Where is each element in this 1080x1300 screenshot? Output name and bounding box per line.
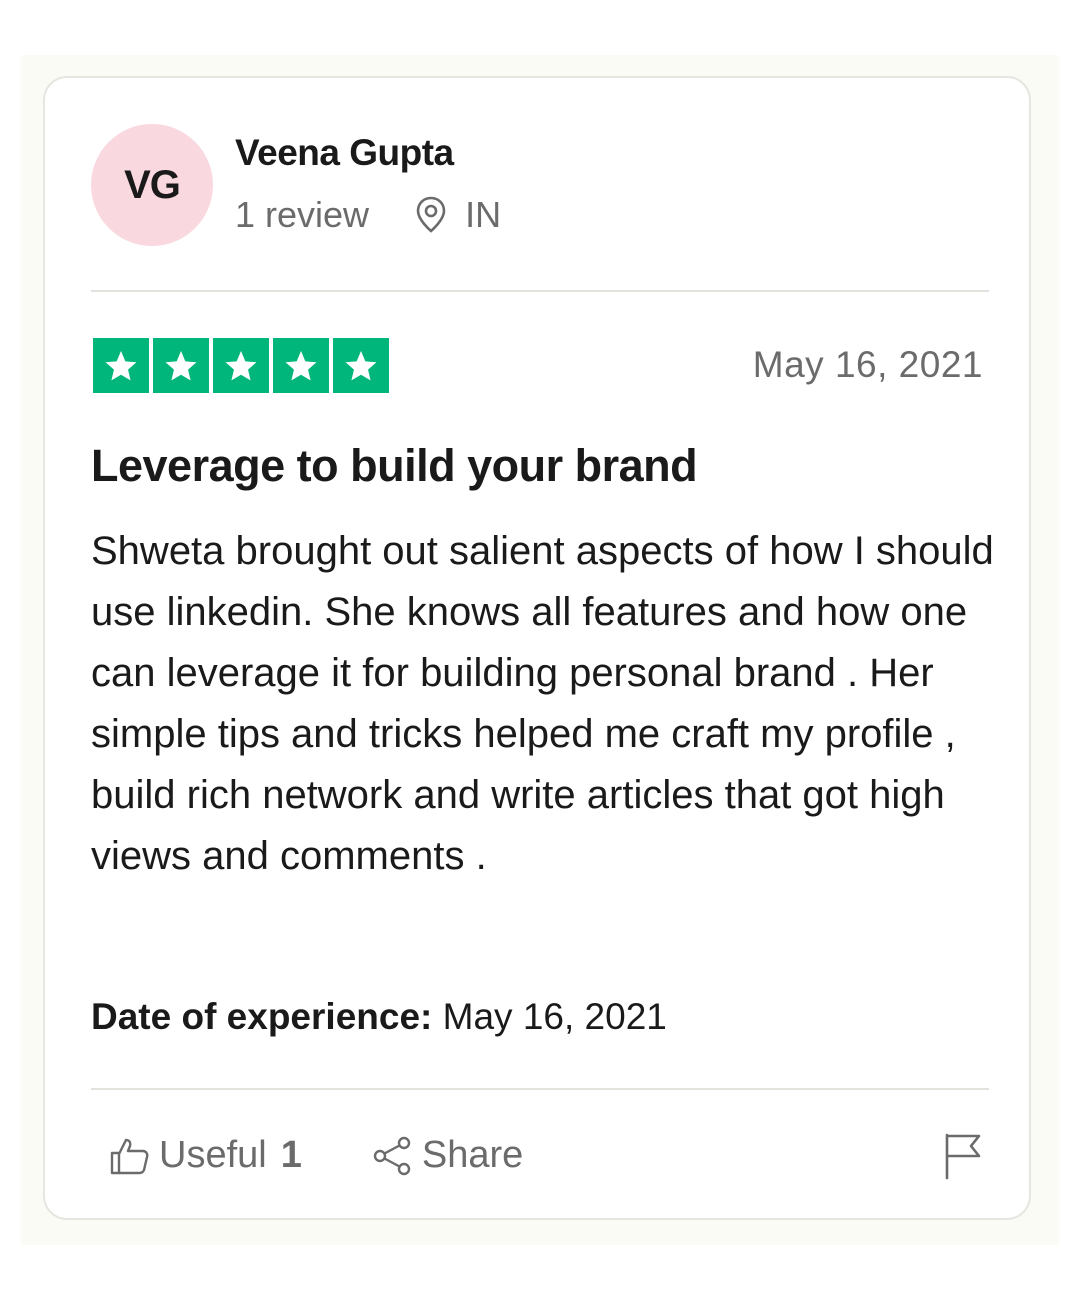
review-count: 1 review: [235, 194, 370, 235]
thumbs-up-icon: [110, 1138, 149, 1174]
avatar[interactable]: VG: [91, 124, 213, 246]
date-of-experience: Date of experience: May 16, 2021: [91, 996, 667, 1038]
review-body: Shweta brought out salient aspects of ho…: [91, 529, 994, 878]
star-rating: [93, 338, 389, 393]
useful-count: 1: [280, 1134, 302, 1176]
review-date: May 16, 2021: [752, 344, 983, 385]
share-icon: [373, 1136, 411, 1175]
reviewer-meta: 1 review IN: [235, 194, 501, 236]
report-button[interactable]: [943, 1132, 983, 1185]
star-icon: [213, 338, 269, 393]
star-icon: [153, 338, 209, 393]
divider: [91, 290, 989, 292]
star-icon: [93, 338, 149, 393]
share-button[interactable]: Share: [372, 1134, 523, 1177]
reviewer-location: IN: [415, 194, 501, 236]
star-icon: [333, 338, 389, 393]
divider: [91, 1088, 989, 1090]
experience-date: May 16, 2021: [442, 996, 667, 1037]
useful-label: Useful: [159, 1134, 267, 1176]
useful-button[interactable]: Useful 1: [109, 1134, 302, 1177]
reviewer-name[interactable]: Veena Gupta: [235, 132, 454, 174]
location-code: IN: [465, 194, 502, 235]
review-title[interactable]: Leverage to build your brand: [91, 440, 698, 492]
location-pin-icon: [416, 196, 446, 233]
review-card: VG Veena Gupta 1 review IN May 16, 2021 …: [43, 76, 1031, 1220]
experience-label: Date of experience:: [91, 996, 433, 1037]
star-icon: [273, 338, 329, 393]
share-label: Share: [421, 1134, 524, 1176]
flag-icon: [945, 1133, 981, 1180]
review-actions: Useful 1 Share: [109, 1134, 523, 1177]
